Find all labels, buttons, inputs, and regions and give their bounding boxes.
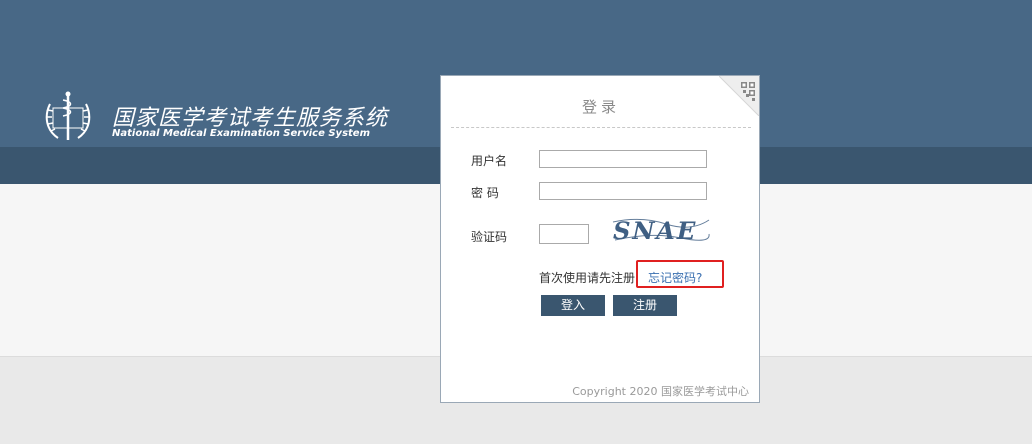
captcha-input[interactable] — [539, 224, 589, 244]
first-use-text: 首次使用请先注册 — [539, 271, 636, 285]
captcha-image[interactable]: SNAE — [611, 212, 711, 248]
copyright-text: Copyright 2020 国家医学考试中心 — [572, 385, 749, 398]
register-button[interactable]: 注册 — [613, 295, 677, 316]
password-input[interactable] — [539, 182, 707, 200]
site-subtitle: National Medical Examination Service Sys… — [112, 128, 371, 139]
title-divider — [451, 127, 751, 128]
username-label: 用户名 — [471, 154, 508, 168]
captcha-text: SNAE — [611, 216, 700, 245]
login-button[interactable]: 登入 — [541, 295, 605, 316]
highlight-box — [636, 260, 724, 288]
username-input[interactable] — [539, 150, 707, 168]
password-label: 密 码 — [471, 186, 499, 200]
captcha-label: 验证码 — [471, 230, 508, 244]
login-title: 登录 — [581, 98, 620, 116]
login-panel: 登录 用户名 密 码 验证码 SNAE 首次使用请先注册 忘记密码? 登入 注册… — [440, 75, 760, 403]
medical-emblem-icon — [45, 91, 91, 140]
